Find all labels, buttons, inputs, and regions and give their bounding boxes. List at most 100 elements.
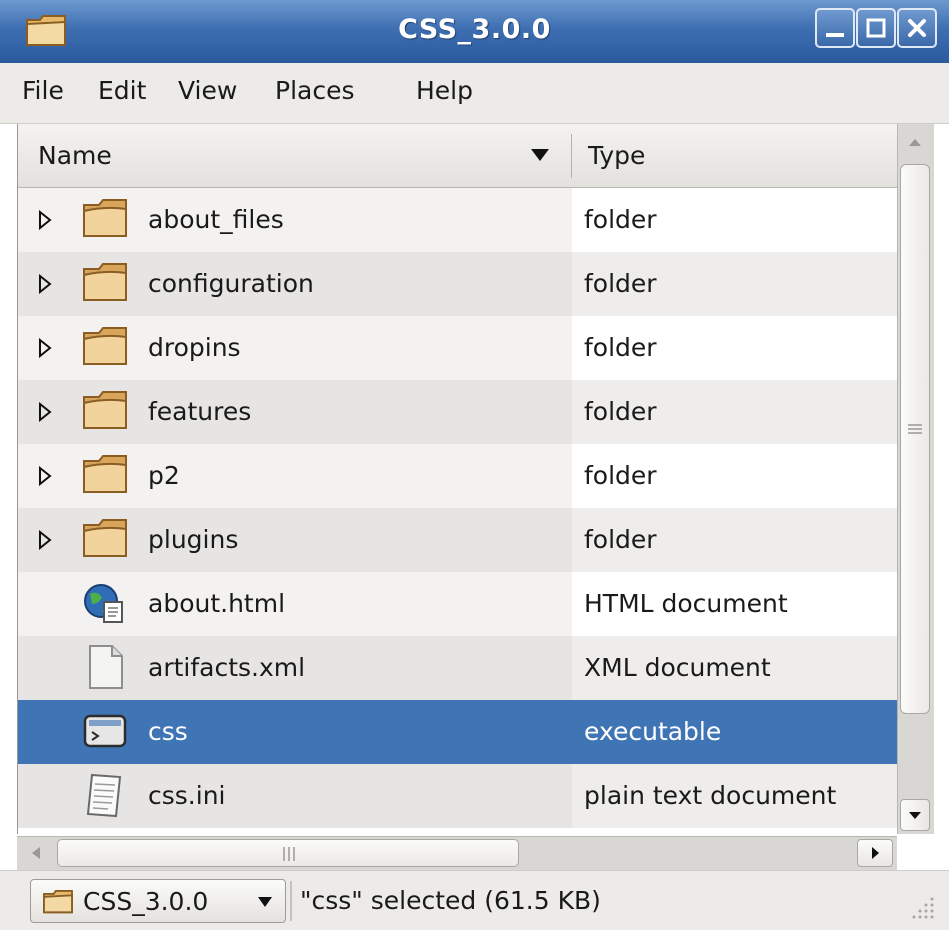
menu-places[interactable]: Places bbox=[275, 76, 355, 105]
file-type: folder bbox=[584, 205, 657, 234]
vertical-scroll-thumb[interactable] bbox=[900, 164, 930, 714]
file-list: Name Type about_files folder configuration… bbox=[17, 124, 898, 834]
name-cell[interactable]: css bbox=[18, 700, 572, 764]
type-cell[interactable]: folder bbox=[572, 252, 898, 316]
name-cell[interactable]: about_files bbox=[18, 188, 572, 252]
file-row[interactable]: dropins folder bbox=[18, 316, 898, 380]
file-row[interactable]: features folder bbox=[18, 380, 898, 444]
folder-icon bbox=[80, 388, 130, 434]
type-cell[interactable]: folder bbox=[572, 508, 898, 572]
grip-icon bbox=[908, 424, 922, 434]
type-cell[interactable]: folder bbox=[572, 316, 898, 380]
window-title: CSS_3.0.0 bbox=[398, 14, 551, 45]
file-name: p2 bbox=[148, 461, 180, 490]
type-cell[interactable]: plain text document bbox=[572, 764, 898, 828]
file-type: executable bbox=[584, 717, 722, 746]
folder-icon bbox=[80, 196, 130, 242]
name-cell[interactable]: dropins bbox=[18, 316, 572, 380]
grip-icon bbox=[283, 847, 295, 861]
file-type: folder bbox=[584, 461, 657, 490]
name-cell[interactable]: features bbox=[18, 380, 572, 444]
vertical-scrollbar[interactable] bbox=[897, 124, 934, 834]
menu-file[interactable]: File bbox=[22, 76, 64, 105]
executable-icon bbox=[80, 708, 130, 754]
column-header-type[interactable]: Type bbox=[588, 141, 645, 170]
file-row[interactable]: p2 folder bbox=[18, 444, 898, 508]
name-cell[interactable]: configuration bbox=[18, 252, 572, 316]
menu-view[interactable]: View bbox=[178, 76, 237, 105]
file-row[interactable]: plugins folder bbox=[18, 508, 898, 572]
type-cell[interactable]: XML document bbox=[572, 636, 898, 700]
file-name: css bbox=[148, 717, 188, 746]
expand-arrow-icon[interactable] bbox=[38, 401, 52, 426]
expand-arrow-icon[interactable] bbox=[38, 529, 52, 554]
file-type: HTML document bbox=[584, 589, 788, 618]
sort-descending-icon[interactable] bbox=[530, 148, 550, 162]
file-name: artifacts.xml bbox=[148, 653, 306, 682]
status-separator bbox=[290, 881, 292, 921]
title-bar[interactable]: CSS_3.0.0 bbox=[0, 0, 949, 64]
name-cell[interactable]: css.ini bbox=[18, 764, 572, 828]
folder-icon bbox=[43, 890, 73, 914]
type-cell[interactable]: executable bbox=[572, 700, 898, 764]
file-type: plain text document bbox=[584, 781, 837, 810]
file-row[interactable]: css.ini plain text document bbox=[18, 764, 898, 828]
expand-arrow-icon[interactable] bbox=[38, 209, 52, 234]
type-cell[interactable]: folder bbox=[572, 188, 898, 252]
name-cell[interactable]: artifacts.xml bbox=[18, 636, 572, 700]
scroll-up-arrow-icon[interactable] bbox=[900, 126, 930, 160]
file-name: dropins bbox=[148, 333, 241, 362]
html-document-icon bbox=[80, 580, 130, 626]
file-type: folder bbox=[584, 525, 657, 554]
horizontal-scroll-thumb[interactable] bbox=[57, 839, 519, 867]
document-icon bbox=[80, 644, 130, 690]
menu-help[interactable]: Help bbox=[416, 76, 473, 105]
expand-arrow-icon[interactable] bbox=[38, 337, 52, 362]
name-cell[interactable]: p2 bbox=[18, 444, 572, 508]
file-row[interactable]: about.html HTML document bbox=[18, 572, 898, 636]
maximize-button[interactable] bbox=[856, 8, 896, 48]
scroll-down-button[interactable] bbox=[900, 799, 930, 831]
name-cell[interactable]: about.html bbox=[18, 572, 572, 636]
folder-icon bbox=[80, 324, 130, 370]
text-document-icon bbox=[80, 772, 130, 818]
scroll-left-arrow-icon[interactable] bbox=[19, 839, 55, 867]
resize-grip-icon[interactable] bbox=[912, 895, 936, 919]
type-cell[interactable]: folder bbox=[572, 380, 898, 444]
file-browser-window: CSS_3.0.0 File Edit View Places Help Nam… bbox=[0, 0, 949, 930]
minimize-button[interactable] bbox=[815, 8, 855, 48]
folder-icon bbox=[80, 452, 130, 498]
file-row[interactable]: configuration folder bbox=[18, 252, 898, 316]
column-header-name[interactable]: Name bbox=[38, 141, 112, 170]
file-name: about_files bbox=[148, 205, 284, 234]
expand-arrow-icon[interactable] bbox=[38, 465, 52, 490]
status-text: "css" selected (61.5 KB) bbox=[300, 886, 601, 915]
file-type: folder bbox=[584, 333, 657, 362]
file-row[interactable]: artifacts.xml XML document bbox=[18, 636, 898, 700]
menu-edit[interactable]: Edit bbox=[98, 76, 146, 105]
expand-arrow-icon[interactable] bbox=[38, 273, 52, 298]
name-cell[interactable]: plugins bbox=[18, 508, 572, 572]
folder-icon bbox=[80, 516, 130, 562]
location-dropdown[interactable]: CSS_3.0.0 bbox=[30, 879, 286, 923]
dropdown-arrow-icon bbox=[258, 897, 272, 907]
horizontal-scrollbar[interactable] bbox=[17, 836, 897, 871]
file-name: about.html bbox=[148, 589, 286, 618]
close-button[interactable] bbox=[897, 8, 937, 48]
scroll-right-arrow-icon bbox=[872, 847, 879, 859]
file-row[interactable]: css executable bbox=[18, 700, 898, 764]
file-name: configuration bbox=[148, 269, 314, 298]
minimize-icon bbox=[826, 33, 844, 37]
maximize-icon bbox=[866, 18, 886, 38]
column-separator[interactable] bbox=[571, 134, 572, 178]
type-cell[interactable]: folder bbox=[572, 444, 898, 508]
file-name: css.ini bbox=[148, 781, 226, 810]
file-row[interactable]: about_files folder bbox=[18, 188, 898, 252]
location-label: CSS_3.0.0 bbox=[83, 887, 209, 916]
type-cell[interactable]: HTML document bbox=[572, 572, 898, 636]
file-name: features bbox=[148, 397, 252, 426]
file-type: XML document bbox=[584, 653, 771, 682]
scroll-down-arrow-icon bbox=[909, 812, 921, 819]
file-name: plugins bbox=[148, 525, 239, 554]
scroll-right-button[interactable] bbox=[857, 839, 893, 867]
